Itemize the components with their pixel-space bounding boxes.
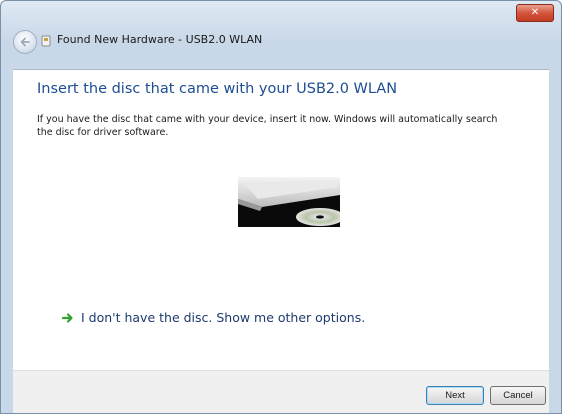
button-bar: Next Cancel (13, 370, 549, 413)
green-arrow-icon (61, 313, 73, 323)
hardware-icon (41, 35, 51, 47)
back-button[interactable] (13, 30, 37, 54)
window-title: Found New Hardware - USB2.0 WLAN (57, 33, 263, 46)
disc-drive-icon (238, 177, 340, 227)
instructions-text: If you have the disc that came with your… (37, 114, 498, 138)
cancel-button[interactable]: Cancel (490, 386, 546, 405)
back-arrow-icon (20, 37, 30, 47)
insert-disc-image (238, 177, 340, 227)
next-button[interactable]: Next (426, 386, 484, 405)
close-button[interactable]: ✕ (516, 4, 554, 22)
close-icon: ✕ (530, 7, 540, 18)
page-heading: Insert the disc that came with your USB2… (37, 81, 398, 97)
dialog-window: ✕ Found New Hardware - USB2.0 WLAN Inser… (0, 0, 562, 414)
no-disc-option-label: I don't have the disc. Show me other opt… (81, 310, 366, 325)
title-bar: ✕ Found New Hardware - USB2.0 WLAN (1, 1, 561, 69)
